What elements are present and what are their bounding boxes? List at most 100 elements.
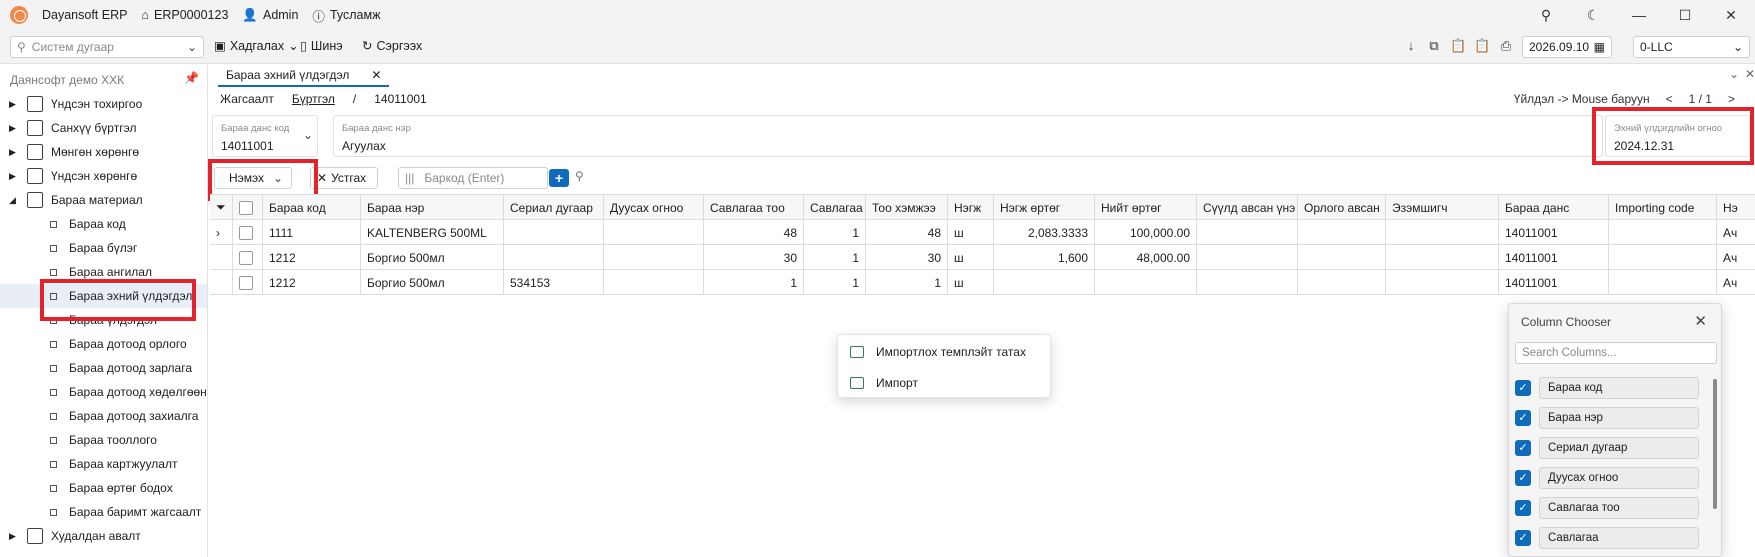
refresh-button[interactable]: ↻ Сэргээх [362,38,422,54]
cell[interactable] [1298,220,1386,245]
cell[interactable]: 1212 [263,245,361,270]
select-all-checkbox[interactable] [233,195,263,220]
col-header[interactable]: Сериал дугаар [504,195,604,220]
table-row[interactable]: › 1111 KALTENBERG 500ML 48 1 48 ш 2,083.… [210,220,1755,245]
col-header[interactable]: Нэгж [948,195,994,220]
checkbox-checked-icon[interactable]: ✓ [1515,380,1531,396]
chevron-down-icon[interactable]: ⌄ [273,171,283,185]
close-window-button[interactable]: ✕ [1708,0,1754,30]
sidebar-item-document-list[interactable]: Бараа баримт жагсаалт [0,500,207,524]
table-row[interactable]: 1212 Боргио 500мл 534153 1 1 1 ш 1401100… [210,270,1755,295]
cell[interactable] [994,270,1095,295]
cell[interactable]: 1 [804,245,866,270]
cell[interactable] [1609,270,1717,295]
barcode-input[interactable]: ||| Баркод (Enter) [398,167,548,189]
cell[interactable]: 1 [804,270,866,295]
column-option[interactable]: ✓ Сериал дугаар [1515,437,1699,459]
sidebar-item-internal-transfer[interactable]: Бараа дотоод хөдөлгөөн [0,380,207,404]
cell[interactable]: 48 [704,220,804,245]
barcode-add-button[interactable]: + [549,169,569,187]
cell[interactable]: 48,000.00 [1095,245,1197,270]
cell[interactable] [1197,220,1298,245]
cell[interactable] [1298,270,1386,295]
expand-arrow-icon[interactable]: ▶ [9,99,21,110]
cell[interactable]: 1212 [263,270,361,295]
cell[interactable] [1386,245,1499,270]
col-header[interactable]: Importing code [1609,195,1717,220]
sidebar-item-fixed-assets[interactable]: ▶ Үндсэн хөрөнгө [0,164,207,188]
crumb-register[interactable]: Бүртгэл [292,92,335,106]
document-tab[interactable]: Бараа эхний үлдэгдэл ✕ [218,65,390,87]
sidebar-item-internal-income[interactable]: Бараа дотоод орлого [0,332,207,356]
cell[interactable] [1386,270,1499,295]
date-picker[interactable]: 2026.09.10 ▦ [1522,36,1612,58]
column-option[interactable]: ✓ Бараа код [1515,377,1699,399]
checkbox-checked-icon[interactable]: ✓ [1515,410,1531,426]
copy-icon[interactable]: ⧉ [1426,38,1442,54]
profile-icon[interactable]: ⚲ [1523,0,1569,30]
download-icon[interactable]: ↓ [1403,38,1419,54]
column-option[interactable]: ✓ Бараа нэр [1515,407,1699,429]
sidebar-item-product-balance[interactable]: Бараа үлдэгдэл [0,308,207,332]
filter-icon[interactable]: ⏷ [210,195,233,220]
search-icon[interactable]: ⚲ [575,169,584,183]
user-button[interactable]: 👤 Admin [242,8,298,23]
checkbox-checked-icon[interactable]: ✓ [1515,530,1531,546]
col-header[interactable]: Тоо хэмжээ [866,195,948,220]
sidebar-item-opening-balance[interactable]: Бараа эхний үлдэгдэл [0,284,207,308]
account-name-field[interactable]: Бараа данс нэр Агуулах [333,115,1603,157]
cell[interactable]: 30 [866,245,948,270]
print-icon[interactable]: ⎙ [1498,38,1514,54]
sidebar-item-settings[interactable]: ▶ Үндсэн тохиргоо [0,92,207,116]
row-checkbox[interactable] [233,245,263,270]
cell[interactable]: 30 [704,245,804,270]
cell[interactable]: Боргио 500мл [361,245,504,270]
clipboard-icon[interactable]: 📋 [1474,38,1490,54]
col-header[interactable]: Савлагаа [804,195,866,220]
sidebar-item-internal-order[interactable]: Бараа дотоод захиалга [0,404,207,428]
col-header[interactable]: Бараа данс [1499,195,1609,220]
col-header[interactable]: Бараа нэр [361,195,504,220]
tab-menu-chevron-icon[interactable]: ⌄ [1729,67,1739,81]
cell[interactable]: ш [948,270,994,295]
cell[interactable]: 2,083.3333 [994,220,1095,245]
cell[interactable]: Ач [1717,220,1755,245]
col-header[interactable]: Орлого авсан [1298,195,1386,220]
cell[interactable] [604,245,704,270]
cell[interactable] [1095,270,1197,295]
cell[interactable]: 1 [704,270,804,295]
home-button[interactable]: ⌂ ERP0000123 [141,8,228,22]
column-option[interactable]: ✓ Савлагаа [1515,527,1699,549]
col-header[interactable]: Нэ [1717,195,1755,220]
sidebar-item-inventory[interactable]: ◢ Бараа материал [0,188,207,212]
next-page-button[interactable]: > [1728,92,1735,106]
paste-icon[interactable]: 📋 [1450,38,1466,54]
opening-date-field[interactable]: Эхний үлдэгдлийн огноо 2024.12.31 [1605,115,1750,157]
expand-arrow-icon[interactable]: ▶ [9,171,21,182]
cell[interactable]: 14011001 [1499,220,1609,245]
expand-arrow-icon[interactable]: ▶ [9,531,21,542]
minimize-button[interactable]: — [1616,0,1662,30]
cell[interactable]: Ач [1717,245,1755,270]
cell[interactable]: 1 [866,270,948,295]
prev-page-button[interactable]: < [1666,92,1673,106]
checkbox-checked-icon[interactable]: ✓ [1515,500,1531,516]
cell[interactable] [504,220,604,245]
col-header[interactable]: Бараа код [263,195,361,220]
expand-arrow-icon[interactable]: ▶ [9,147,21,158]
account-code-field[interactable]: Бараа данс код 14011001 ⌄ [212,115,318,157]
sidebar-item-product-code[interactable]: Бараа код [0,212,207,236]
sidebar-item-purchase[interactable]: ▶ Худалдан авалт [0,524,207,548]
expand-arrow-icon[interactable]: ▶ [9,123,21,134]
cell[interactable] [1197,245,1298,270]
add-button[interactable]: Нэмэх ⌄ [214,167,292,189]
column-option[interactable]: ✓ Савлагаа тоо [1515,497,1699,519]
chevron-down-icon[interactable]: ⌄ [187,40,197,54]
col-header[interactable]: Нэгж өртөг [994,195,1095,220]
cell[interactable]: ш [948,220,994,245]
close-icon[interactable]: ✕ [371,68,381,82]
cell[interactable] [504,245,604,270]
delete-button[interactable]: ✕ Устгах [310,167,378,189]
col-header[interactable]: Дуусах огноо [604,195,704,220]
crumb-list[interactable]: Жагсаалт [220,92,274,106]
